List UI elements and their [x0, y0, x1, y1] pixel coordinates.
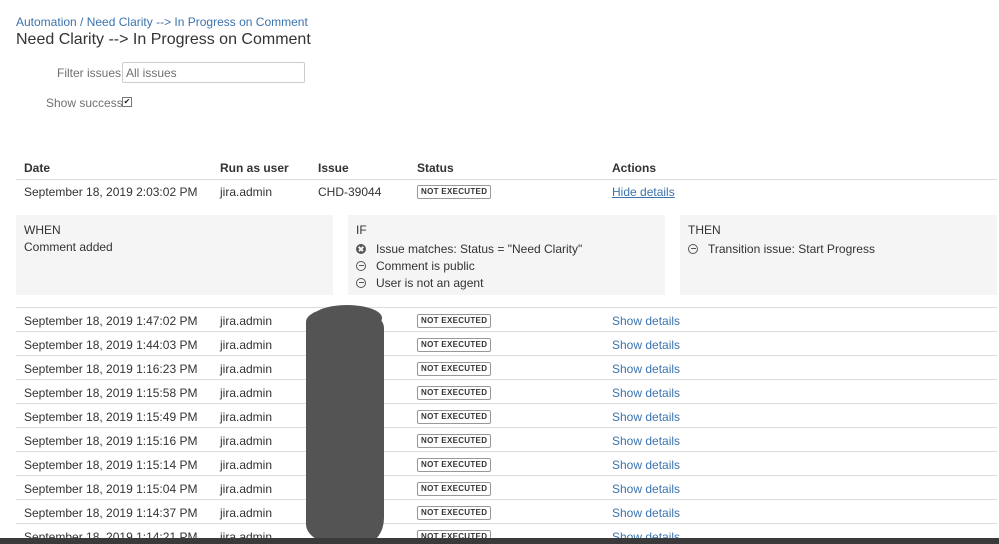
header-actions: Actions	[612, 161, 657, 175]
row-divider	[16, 403, 997, 404]
show-success-checkbox[interactable]: ✔	[122, 97, 132, 107]
condition-item: User is not an agent	[356, 274, 657, 291]
status-badge: NOT EXECUTED	[417, 338, 492, 352]
status-badge: NOT EXECUTED	[417, 506, 492, 520]
condition-item: Comment is public	[356, 257, 657, 274]
row-date: September 18, 2019 1:16:23 PM	[24, 362, 198, 376]
row-user: jira.admin	[220, 314, 273, 328]
show-details-link[interactable]: Show details	[612, 362, 680, 376]
header-run-as-user: Run as user	[220, 161, 289, 175]
row-user: jira.admin	[220, 434, 273, 448]
breadcrumb-separator: /	[76, 15, 87, 29]
checkmark-icon: ✔	[123, 97, 131, 106]
condition-item: Issue matches: Status = "Need Clarity"	[356, 240, 657, 257]
status-badge: NOT EXECUTED	[417, 410, 492, 424]
row-divider	[16, 451, 997, 452]
show-details-link[interactable]: Show details	[612, 458, 680, 472]
row-divider	[16, 331, 997, 332]
status-badge: NOT EXECUTED	[417, 362, 492, 376]
row-date: September 18, 2019 1:15:04 PM	[24, 482, 198, 496]
show-details-link[interactable]: Show details	[612, 314, 680, 328]
status-badge: NOT EXECUTED	[417, 386, 492, 400]
condition-text: User is not an agent	[376, 275, 484, 290]
minus-circle-icon	[688, 243, 698, 254]
hide-details-link[interactable]: Hide details	[612, 185, 675, 199]
row-divider	[16, 355, 997, 356]
status-badge: NOT EXECUTED	[417, 482, 492, 496]
show-details-link[interactable]: Show details	[612, 338, 680, 352]
row-divider	[16, 379, 997, 380]
show-details-link[interactable]: Show details	[612, 410, 680, 424]
row-user: jira.admin	[220, 338, 273, 352]
header-date: Date	[24, 161, 51, 175]
row-divider	[16, 523, 997, 524]
breadcrumb-current-link[interactable]: Need Clarity --> In Progress on Comment	[87, 15, 308, 29]
row-date: September 18, 2019 1:15:49 PM	[24, 410, 198, 424]
filter-issues-input[interactable]	[122, 62, 305, 83]
status-badge: NOT EXECUTED	[417, 185, 492, 199]
x-circle-icon	[356, 243, 366, 254]
row-date: September 18, 2019 1:47:02 PM	[24, 314, 198, 328]
show-details-link[interactable]: Show details	[612, 434, 680, 448]
row-user: jira.admin	[220, 362, 273, 376]
row-divider	[16, 307, 997, 308]
row-divider	[16, 427, 997, 428]
show-success-label: Show success	[46, 96, 123, 110]
breadcrumb: Automation / Need Clarity --> In Progres…	[16, 15, 308, 29]
minus-circle-icon	[356, 277, 366, 288]
header-issue: Issue	[318, 161, 349, 175]
row-user: jira.admin	[220, 386, 273, 400]
row-date: September 18, 2019 1:15:16 PM	[24, 434, 198, 448]
row-date: September 18, 2019 2:03:02 PM	[24, 185, 198, 199]
status-badge: NOT EXECUTED	[417, 434, 492, 448]
row-divider	[16, 499, 997, 500]
window-bottom-edge	[0, 538, 999, 544]
row-date: September 18, 2019 1:44:03 PM	[24, 338, 198, 352]
show-details-link[interactable]: Show details	[612, 506, 680, 520]
header-divider	[16, 179, 997, 180]
when-title: WHEN	[24, 223, 61, 237]
status-badge: NOT EXECUTED	[417, 458, 492, 472]
row-divider	[16, 475, 997, 476]
redaction-scribble	[306, 308, 384, 544]
row-date: September 18, 2019 1:15:14 PM	[24, 458, 198, 472]
row-user: jira.admin	[220, 458, 273, 472]
status-badge: NOT EXECUTED	[417, 314, 492, 328]
when-panel: WHEN Comment added	[16, 215, 333, 295]
action-text: Transition issue: Start Progress	[708, 241, 875, 256]
filter-issues-label: Filter issues	[57, 66, 122, 80]
action-item: Transition issue: Start Progress	[688, 240, 989, 257]
row-date: September 18, 2019 1:14:37 PM	[24, 506, 198, 520]
row-user: jira.admin	[220, 185, 273, 199]
row-date: September 18, 2019 1:15:58 PM	[24, 386, 198, 400]
show-details-link[interactable]: Show details	[612, 386, 680, 400]
then-panel: THEN Transition issue: Start Progress	[680, 215, 997, 295]
breadcrumb-root-link[interactable]: Automation	[16, 15, 77, 29]
page-title: Need Clarity --> In Progress on Comment	[16, 31, 311, 48]
then-title: THEN	[688, 223, 721, 237]
minus-circle-icon	[356, 260, 366, 271]
condition-text: Issue matches: Status = "Need Clarity"	[376, 241, 583, 256]
if-panel: IF Issue matches: Status = "Need Clarity…	[348, 215, 665, 295]
row-user: jira.admin	[220, 410, 273, 424]
if-title: IF	[356, 223, 367, 237]
show-details-link[interactable]: Show details	[612, 482, 680, 496]
when-trigger-text: Comment added	[24, 240, 113, 254]
condition-text: Comment is public	[376, 258, 475, 273]
row-user: jira.admin	[220, 506, 273, 520]
header-status: Status	[417, 161, 454, 175]
row-issue: CHD-39044	[318, 185, 382, 199]
row-user: jira.admin	[220, 482, 273, 496]
